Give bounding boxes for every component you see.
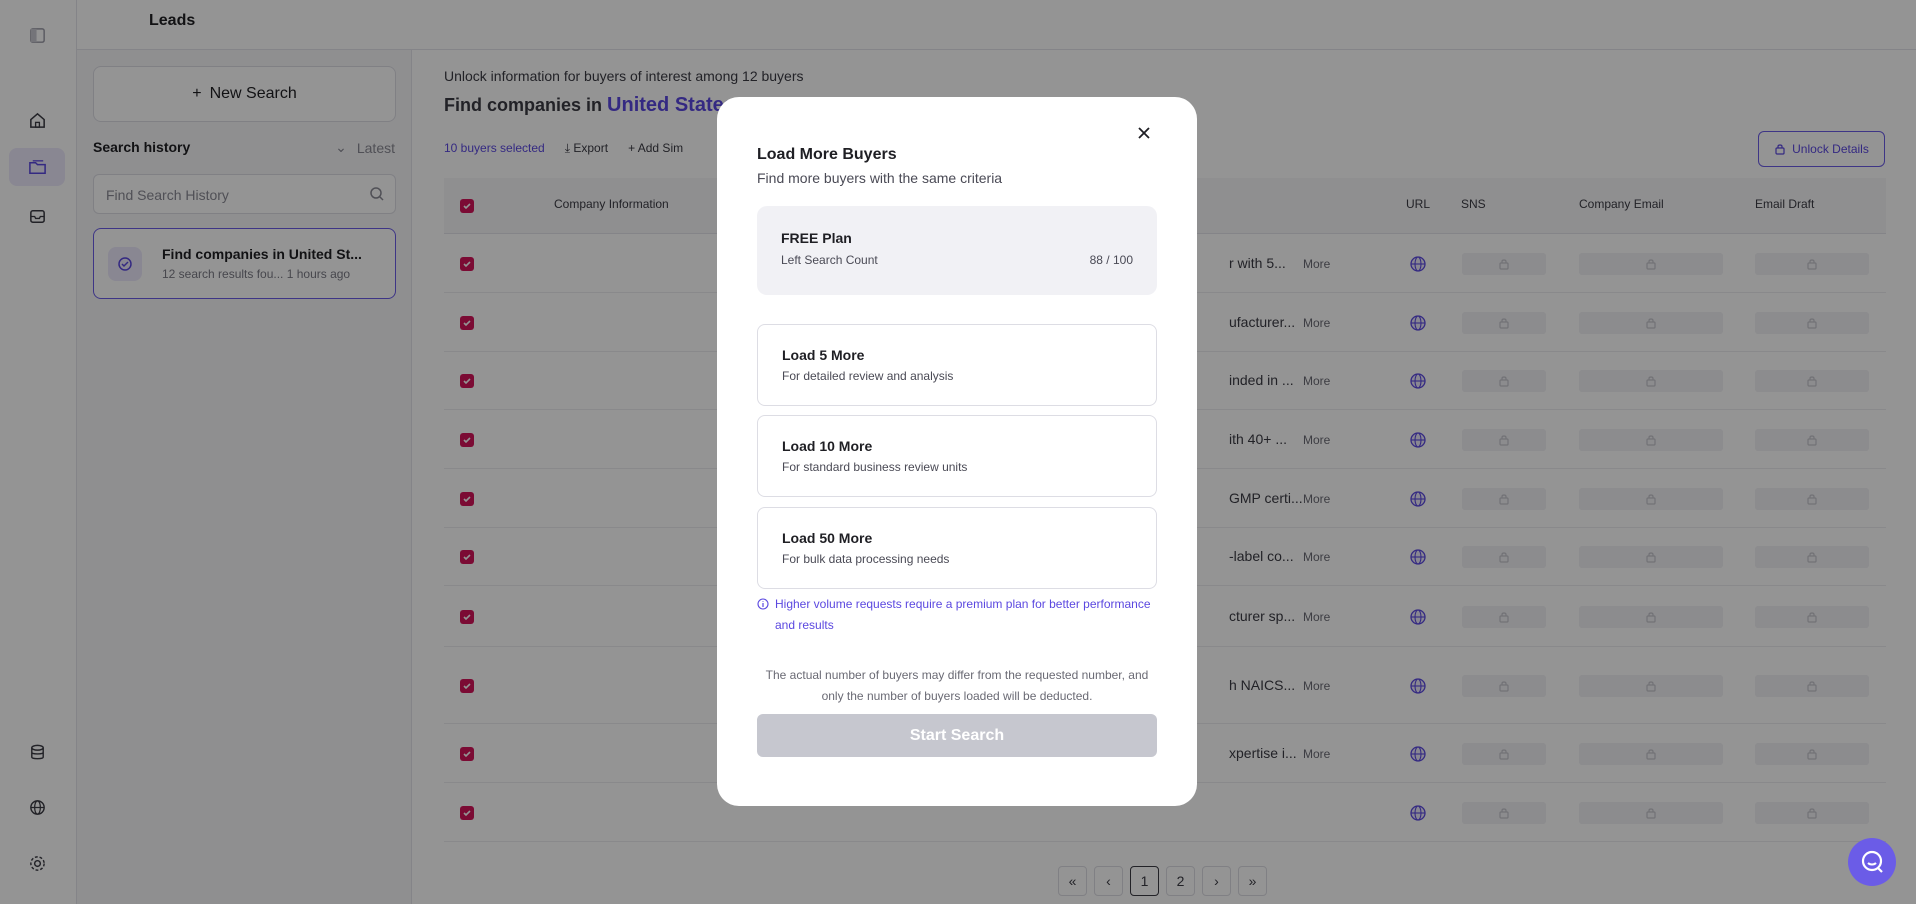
load-more-modal: Load More Buyers Find more buyers with t…	[717, 97, 1197, 806]
option-title: Load 10 More	[782, 438, 873, 454]
premium-note-text: Higher volume requests require a premium…	[775, 597, 1151, 632]
start-search-button[interactable]: Start Search	[757, 714, 1157, 757]
option-title: Load 50 More	[782, 530, 873, 546]
plan-count-label: Left Search Count	[781, 253, 878, 267]
disclaimer: The actual number of buyers may differ f…	[765, 668, 1149, 703]
premium-note: Higher volume requests require a premium…	[757, 594, 1157, 636]
option-desc: For detailed review and analysis	[782, 369, 954, 383]
load-10-option[interactable]: Load 10 More For standard business revie…	[757, 415, 1157, 497]
plan-count: 88 / 100	[1089, 253, 1133, 267]
load-5-option[interactable]: Load 5 More For detailed review and anal…	[757, 324, 1157, 406]
option-title: Load 5 More	[782, 347, 865, 363]
chat-icon	[1861, 850, 1883, 873]
modal-title: Load More Buyers	[757, 146, 897, 163]
option-desc: For standard business review units	[782, 460, 968, 474]
close-icon[interactable]	[1135, 124, 1153, 142]
modal-subtitle: Find more buyers with the same criteria	[757, 170, 1003, 186]
option-desc: For bulk data processing needs	[782, 552, 950, 566]
plan-name: FREE Plan	[781, 230, 852, 246]
load-50-option[interactable]: Load 50 More For bulk data processing ne…	[757, 507, 1157, 589]
plan-card: FREE Plan Left Search Count 88 / 100	[757, 206, 1157, 295]
chat-button[interactable]	[1848, 838, 1896, 886]
info-icon	[757, 598, 769, 610]
